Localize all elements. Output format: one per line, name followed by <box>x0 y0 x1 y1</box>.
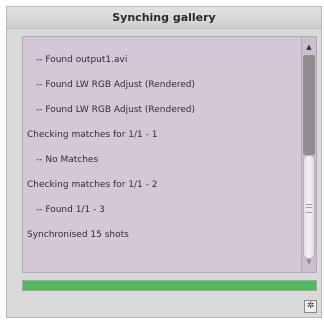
scroll-track[interactable] <box>303 55 315 155</box>
scroll-thumb[interactable] <box>303 155 315 259</box>
log-line: -- Found LW RGB Adjust (Rendered) <box>36 105 196 115</box>
log-panel: -- Found output1.avi -- Found LW RGB Adj… <box>22 36 317 273</box>
asterisk-icon[interactable]: ✲ <box>304 300 317 313</box>
log-line: -- Found output1.avi <box>36 55 128 65</box>
log-line: Synchronised 15 shots <box>27 230 129 240</box>
scroll-up-arrow-icon[interactable]: ▲ <box>302 40 316 54</box>
progress-fill <box>23 281 316 290</box>
log-line: Checking matches for 1/1 - 1 <box>27 130 158 140</box>
progress-bar <box>22 280 317 291</box>
scroll-down-arrow-icon[interactable]: ▼ <box>302 255 316 269</box>
grip-icon <box>306 204 312 213</box>
log-line: -- Found LW RGB Adjust (Rendered) <box>36 80 196 90</box>
log-scrollbar[interactable]: ▲ ▼ <box>301 37 316 272</box>
log-line: -- No Matches <box>36 155 99 165</box>
log-list: -- Found output1.avi -- Found LW RGB Adj… <box>23 37 301 272</box>
log-line: -- Found 1/1 - 3 <box>36 205 105 215</box>
log-line: Checking matches for 1/1 - 2 <box>27 180 158 190</box>
window-title: Synching gallery <box>7 7 321 29</box>
synching-gallery-window: Synching gallery -- Found output1.avi --… <box>6 6 322 318</box>
